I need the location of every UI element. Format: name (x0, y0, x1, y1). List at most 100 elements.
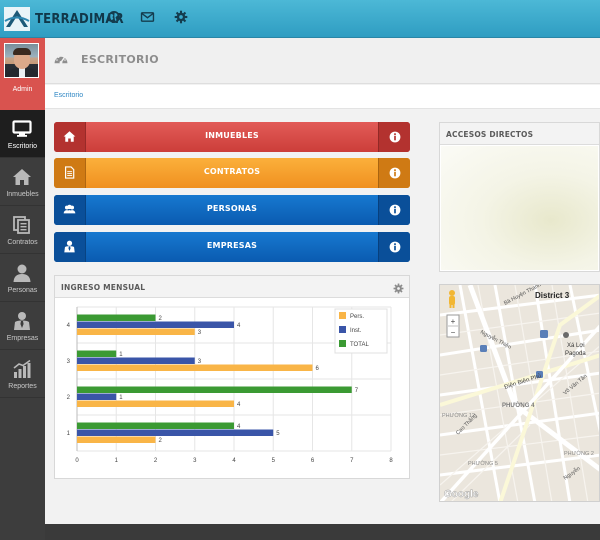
info-icon (389, 131, 401, 143)
map-label-phuong: PHƯỜNG 5 (468, 460, 498, 467)
page-title: ESCRITORIO (81, 53, 159, 66)
monitor-icon (12, 120, 32, 137)
x-tick-label: 1 (115, 458, 119, 464)
sidebar-item-label: Escritorio (7, 143, 38, 150)
x-tick-label: 6 (311, 458, 315, 464)
action-label: CONTRATOS (203, 167, 261, 176)
widget-header: ACCESOS DIRECTOS (440, 123, 599, 145)
widget-title: INGRESO MENSUAL (61, 283, 146, 292)
sidebar-item-label: Reportes (8, 383, 37, 390)
legend-swatch (339, 340, 346, 347)
businessman-icon (14, 312, 30, 330)
x-tick-label: 0 (75, 458, 79, 464)
bar-total (77, 422, 234, 429)
bar-total (77, 386, 352, 393)
map-label-district: District 3 (535, 291, 570, 300)
sidebar: Admin Escritorio Inmuebles Contratos Per… (0, 38, 45, 540)
info-button[interactable] (378, 195, 410, 225)
user-panel[interactable]: Admin (0, 38, 45, 110)
user-name: Admin (12, 86, 33, 93)
page-header: ESCRITORIO (45, 38, 600, 84)
legend-label: Inst. (350, 328, 362, 334)
document-icon (65, 166, 75, 179)
info-button[interactable] (378, 158, 410, 188)
bar-inst (77, 321, 234, 328)
sidebar-item-reportes[interactable]: Reportes (0, 350, 45, 398)
brand[interactable]: TERRADIMAR (4, 4, 124, 34)
y-tick-label: 3 (67, 359, 71, 365)
map-label-phuong: PHƯỜNG 2 (564, 450, 594, 457)
sidebar-item-personas[interactable]: Personas (0, 254, 45, 302)
footer-strip (45, 524, 600, 540)
gear-icon[interactable] (393, 281, 404, 294)
bar-inst (77, 357, 195, 364)
inmuebles-button[interactable]: INMUEBLES (54, 122, 410, 152)
sidebar-item-empresas[interactable]: Empresas (0, 302, 45, 350)
x-tick-label: 4 (232, 458, 236, 464)
map-label-phuong: PHƯỜNG 4 (502, 401, 535, 409)
globe-icon[interactable] (107, 10, 125, 28)
x-tick-label: 3 (193, 458, 197, 464)
y-tick-label: 1 (67, 431, 71, 437)
contratos-button[interactable]: CONTRATOS (54, 158, 410, 188)
widget-title: ACCESOS DIRECTOS (446, 130, 534, 139)
bar-inst (77, 393, 117, 400)
bar-total (77, 314, 156, 321)
brand-logo-icon (4, 7, 30, 31)
breadcrumb: Escritorio (45, 85, 600, 109)
y-tick-label: 2 (67, 395, 71, 401)
widget-header: INGRESO MENSUAL (55, 276, 409, 298)
legend-label: TOTAL (350, 342, 369, 348)
info-icon (389, 204, 401, 216)
top-navbar: TERRADIMAR (0, 0, 600, 38)
envelope-icon[interactable] (140, 10, 158, 28)
map-label-pagoda: Pagoda (565, 351, 586, 357)
action-label: INMUEBLES (205, 131, 259, 140)
breadcrumb-item[interactable]: Escritorio (54, 92, 83, 99)
sidebar-item-inmuebles[interactable]: Inmuebles (0, 158, 45, 206)
bar-pers (77, 364, 313, 371)
legend-swatch (339, 326, 346, 333)
users-icon (63, 204, 76, 214)
ingreso-mensual-widget: INGRESO MENSUAL 012345678145227143136424… (54, 275, 410, 479)
sidebar-item-label: Empresas (6, 335, 39, 342)
sidebar-item-escritorio[interactable]: Escritorio (0, 110, 45, 158)
empresas-button[interactable]: EMPRESAS (54, 232, 410, 262)
y-tick-label: 4 (67, 323, 71, 329)
info-button[interactable] (378, 122, 410, 152)
dashboard-icon (53, 52, 69, 68)
bar-pers (77, 400, 234, 407)
sidebar-item-label: Inmuebles (6, 191, 39, 198)
action-label: EMPRESAS (206, 241, 258, 250)
businessman-icon (64, 240, 75, 253)
legend-label: Pers. (350, 314, 364, 320)
info-icon (389, 167, 401, 179)
bar-chart-icon (13, 359, 31, 378)
main-content: ESCRITORIO Escritorio INMUEBLES CONTRATO… (45, 38, 600, 524)
sidebar-item-contratos[interactable]: Contratos (0, 206, 45, 254)
sidebar-item-label: Personas (7, 287, 38, 294)
personas-button[interactable]: PERSONAS (54, 195, 410, 225)
bar-pers (77, 436, 156, 443)
accesos-directos-widget: ACCESOS DIRECTOS (439, 122, 600, 272)
documents-icon (13, 216, 30, 234)
home-icon (13, 169, 31, 185)
gear-icon[interactable] (174, 10, 192, 28)
info-icon (389, 241, 401, 253)
bar-total (77, 350, 117, 357)
avatar (4, 43, 39, 78)
google-logo: Google (444, 489, 479, 500)
info-button[interactable] (378, 232, 410, 262)
map[interactable]: + − District 3 Xá Lợi Pagoda PHƯỜNG 4 PH… (439, 284, 600, 502)
user-icon (13, 264, 31, 282)
x-tick-label: 7 (350, 458, 354, 464)
bar-inst (77, 429, 274, 436)
home-icon (63, 131, 76, 142)
ingreso-mensual-chart: 0 1 2 3 4 5 6 7 81452271431364243Pers.Inst.TOTAL (67, 306, 393, 464)
zoom-in-button[interactable]: + (451, 317, 456, 326)
legend-swatch (339, 312, 346, 319)
zoom-out-button[interactable]: − (451, 328, 456, 337)
map-label-pagoda: Xá Lợi (567, 343, 585, 349)
sidebar-item-label: Contratos (7, 239, 38, 246)
x-tick-label: 8 (389, 458, 393, 464)
